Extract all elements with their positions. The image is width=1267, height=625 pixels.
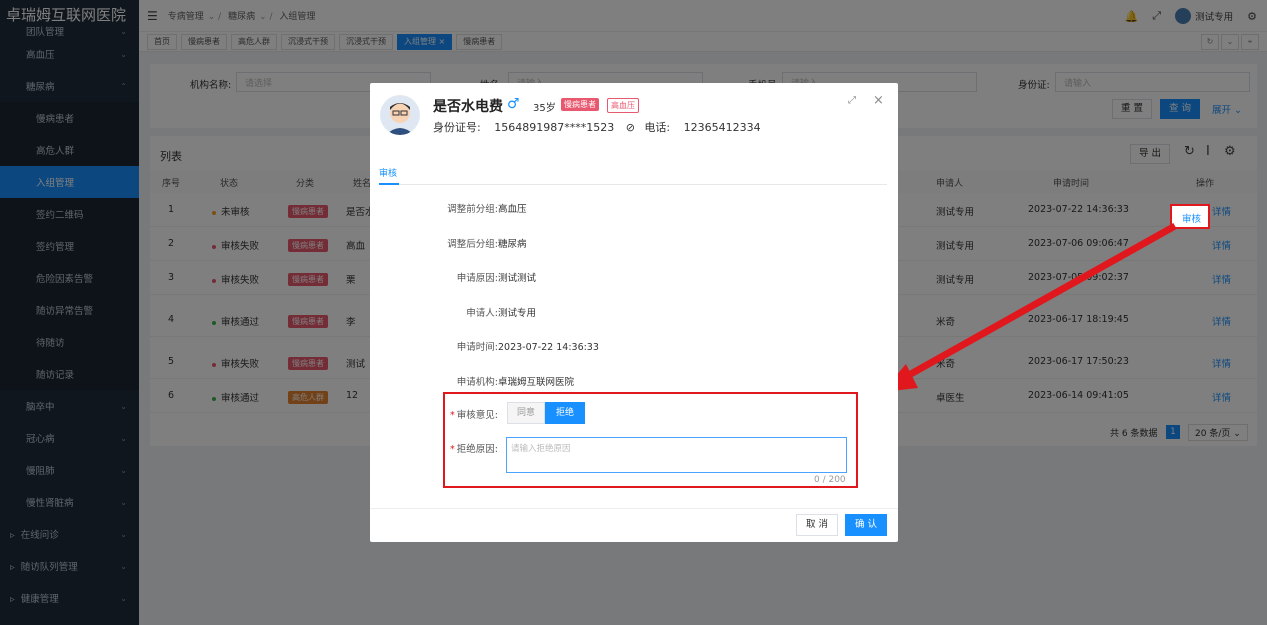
close-icon[interactable]: × (873, 93, 884, 108)
field-value: 高血压 (498, 204, 527, 215)
field-label: 调整前分组: (447, 204, 498, 215)
eye-off-icon[interactable]: ⊘ (626, 121, 635, 134)
field-label: 申请时间: (456, 342, 498, 353)
reason-row: * 拒绝原因: (450, 444, 498, 455)
field-value: 卓瑞姆互联网医院 (498, 376, 575, 388)
confirm-button[interactable]: 确 认 (845, 514, 887, 536)
field-value: 测试专用 (498, 307, 537, 319)
reject-reason-textarea[interactable]: 请输入拒绝原因 (506, 437, 847, 473)
field-label: 调整后分组: (447, 238, 498, 250)
audit-field: 调整后分组:糖尿病 (370, 236, 527, 250)
tag-hypertension: 高血压 (607, 98, 639, 113)
reject-option[interactable]: 拒绝 (545, 402, 585, 424)
agree-option[interactable]: 同意 (507, 402, 545, 424)
patient-avatar (380, 95, 420, 135)
audit-field: 申请人:测试专用 (370, 305, 536, 319)
field-label: 申请人: (466, 307, 498, 319)
audit-field: 申请时间:2023-07-22 14:36:33 (370, 339, 599, 353)
male-icon: ♂ (507, 96, 520, 112)
patient-age: 35岁 (533, 103, 556, 114)
audit-field: 申请机构:卓瑞姆互联网医院 (370, 374, 574, 388)
phone-value: 12365412334 (683, 121, 761, 134)
tag-chronic: 慢病患者 (561, 98, 599, 111)
field-label: 申请机构: (456, 376, 498, 388)
opinion-label: 审核意见: (456, 410, 498, 421)
audit-dialog: 是否水电费 ♂ 35岁 慢病患者 高血压 身份证号: 1564891987***… (370, 83, 898, 542)
reason-label: 拒绝原因: (456, 444, 498, 455)
field-value: 测试测试 (498, 273, 537, 284)
id-label: 身份证号: (433, 121, 481, 134)
phone-label: 电话: (644, 121, 671, 134)
audit-field: 调整前分组:高血压 (370, 201, 527, 215)
cancel-button[interactable]: 取 消 (796, 514, 838, 536)
char-counter: 0 / 200 (814, 475, 846, 485)
opinion-row: * 审核意见: (450, 410, 498, 421)
field-label: 申请原因: (456, 273, 498, 284)
field-value: 糖尿病 (498, 238, 527, 250)
patient-name: 是否水电费 (433, 99, 503, 115)
id-value: 1564891987****1523 (494, 121, 615, 134)
field-value: 2023-07-22 14:36:33 (498, 342, 599, 353)
fullscreen-icon[interactable]: ⤢ (848, 95, 856, 106)
audit-field: 申请原因:测试测试 (370, 270, 536, 284)
tab-audit[interactable]: 审核 (379, 166, 397, 179)
patient-id-line: 身份证号: 1564891987****1523 ⊘ 电话: 123654123… (433, 119, 761, 135)
